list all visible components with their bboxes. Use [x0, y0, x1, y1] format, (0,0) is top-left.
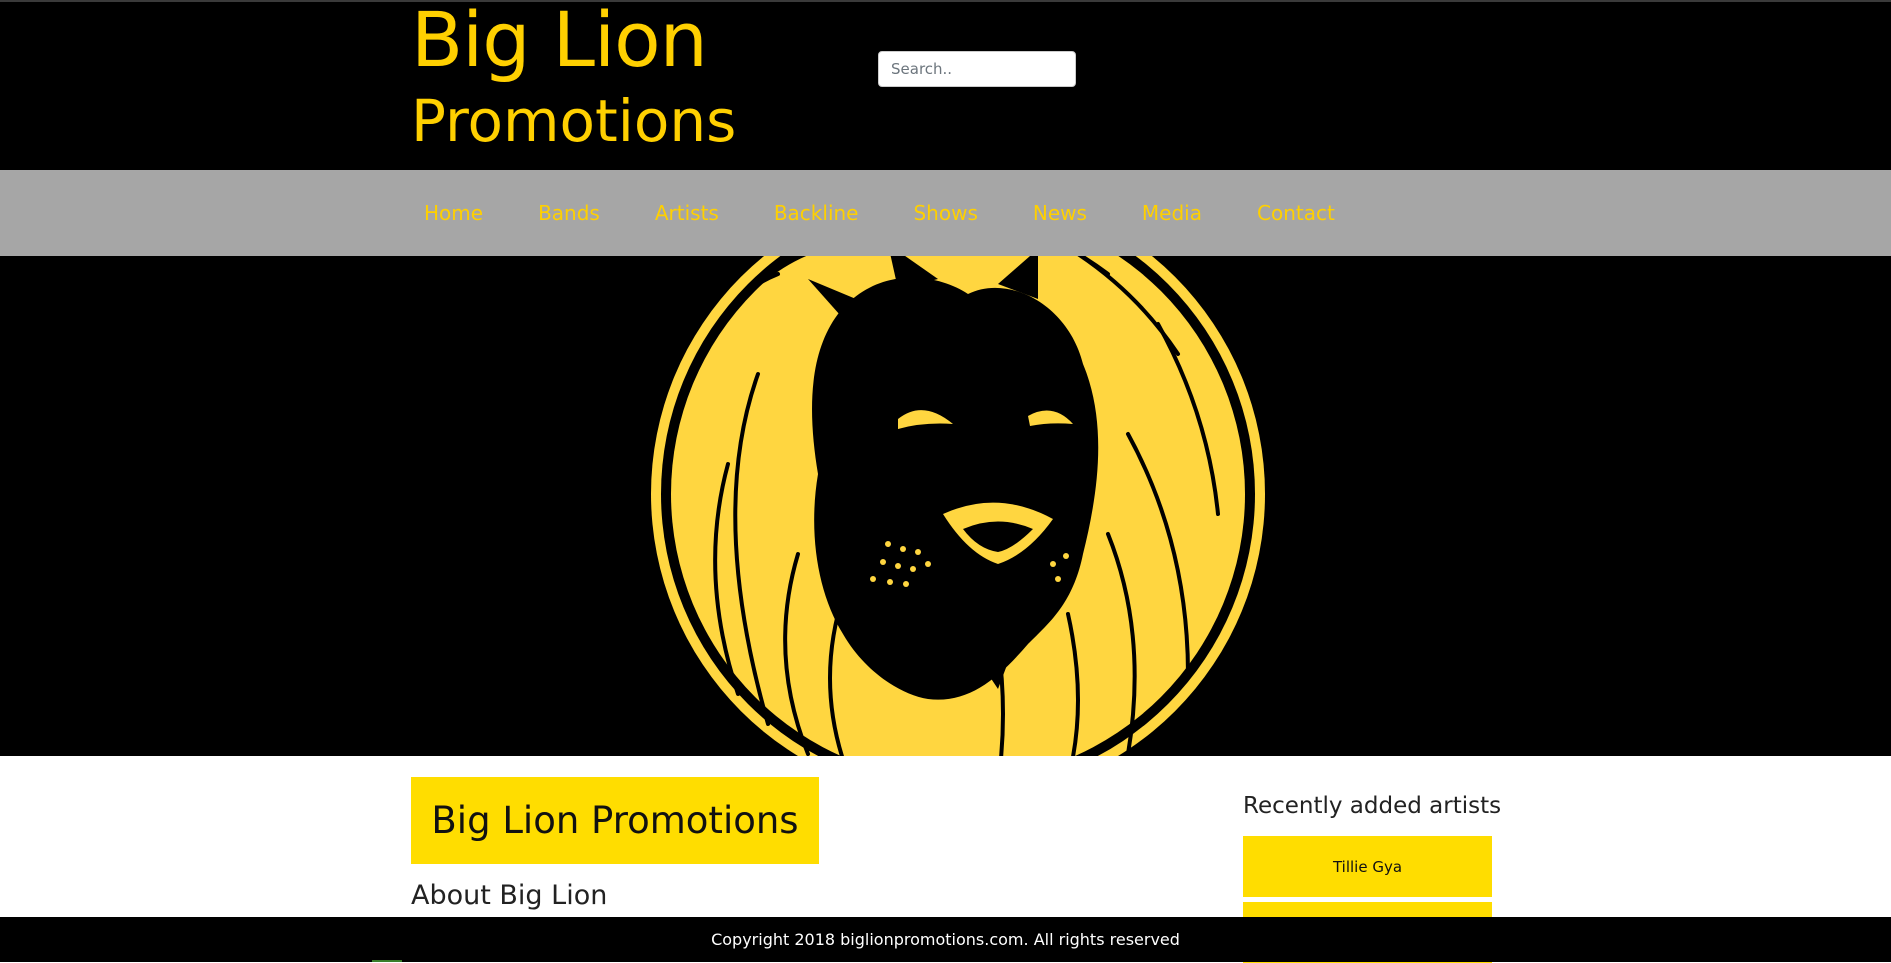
search-input[interactable]	[878, 51, 1076, 87]
page-title: Big Lion Promotions	[431, 799, 799, 842]
nav-item-news[interactable]: News	[1021, 201, 1099, 225]
site-footer: Copyright 2018 biglionpromotions.com. Al…	[0, 917, 1891, 962]
nav-item-artists[interactable]: Artists	[643, 201, 731, 225]
about-heading: About Big Lion	[411, 880, 608, 911]
nav-item-media[interactable]: Media	[1130, 201, 1214, 225]
nav-item-home[interactable]: Home	[412, 201, 495, 225]
hero-banner	[0, 256, 1891, 756]
site-logo-title[interactable]: Big Lion	[411, 2, 708, 78]
nav-item-shows[interactable]: Shows	[901, 201, 989, 225]
recent-artists-heading: Recently added artists	[1243, 793, 1502, 819]
lion-logo-icon	[651, 256, 1265, 756]
copyright-text: Copyright 2018 biglionpromotions.com. Al…	[711, 930, 1180, 949]
nav-item-backline[interactable]: Backline	[762, 201, 871, 225]
nav-item-contact[interactable]: Contact	[1245, 201, 1347, 225]
artist-item[interactable]: Tillie Gya	[1243, 836, 1492, 897]
site-logo-subtitle[interactable]: Promotions	[411, 92, 736, 150]
main-navbar: Home Bands Artists Backline Shows News M…	[0, 170, 1891, 256]
page-title-box: Big Lion Promotions	[411, 777, 819, 864]
nav-item-bands[interactable]: Bands	[526, 201, 612, 225]
main-content	[0, 756, 1891, 916]
nav-list: Home Bands Artists Backline Shows News M…	[412, 170, 1378, 256]
